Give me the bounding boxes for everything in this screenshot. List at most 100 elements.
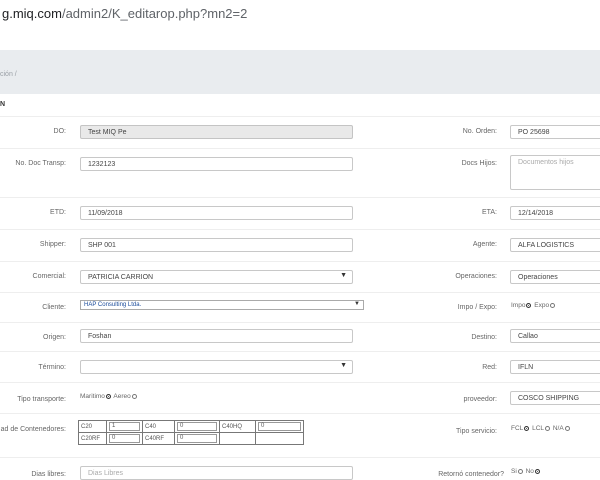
operaciones-value: Operaciones [518,274,558,281]
url-host: g.miq.com [2,6,62,21]
cliente-label: Cliente: [42,304,66,311]
proveedor-label: proveedor: [463,396,497,403]
dropdown-arrow-icon: ▼ [354,301,360,307]
origen-field[interactable]: Foshan [80,329,353,343]
maritimo-option-label: Maritimo [80,393,105,400]
container-qty-cell: 0 [174,432,220,445]
section-title: N [0,101,6,108]
breadcrumb: ción / [0,71,17,78]
expo-radio[interactable] [550,302,556,308]
order-label: No. Orden: [462,128,497,135]
red-field[interactable]: IFLN [510,360,600,374]
comercial-select[interactable]: PATRICIA CARRION ▼ [80,270,353,284]
divider [0,457,600,458]
tipo-servicio-radio-group: FCL LCL N/A [511,425,571,432]
container-empty-cell [255,432,304,445]
aereo-option-label: Aereo [113,393,131,400]
dropdown-arrow-icon: ▼ [340,272,347,279]
address-url[interactable]: g.miq.com/admin2/K_editarop.php?mn2=2 [2,6,247,21]
si-radio[interactable] [517,468,523,474]
fcl-radio[interactable] [524,425,530,431]
eta-field[interactable]: 12/14/2018 [510,206,600,220]
agente-label: Agente: [472,241,497,248]
na-option-label: N/A [552,425,564,432]
do-label: DO: [53,128,66,135]
container-qty-cell: 0 [174,420,220,433]
dias-libres-label: Dias libres: [31,471,66,478]
na-radio[interactable] [564,425,570,431]
dropdown-arrow-icon: ▼ [340,362,347,369]
divider [0,148,600,149]
fcl-option-label: FCL [511,425,524,432]
no-option-label: No [525,468,534,475]
top-strip [0,30,600,50]
tipo-servicio-label: Tipo servicio: [456,428,497,435]
dias-libres-field[interactable]: Dias Libres [80,466,353,480]
containers-row: C20 1 C40 0 C40HQ 0 [78,420,304,433]
cliente-value: HAP Consulting Ltda. [84,302,142,308]
order-field[interactable]: PO 25698 [510,125,600,139]
red-label: Red: [482,364,497,371]
divider [0,197,600,198]
divider [0,351,600,352]
comercial-value: PATRICIA CARRION [88,274,154,281]
container-qty-input[interactable]: 1 [109,422,140,431]
impo-expo-radio-group: Impo Expo [511,302,556,309]
proveedor-field[interactable]: COSCO SHIPPING [510,391,600,405]
divider [0,382,600,383]
contenedores-label: ad de Contenedores: [0,426,66,433]
containers-table: C20 1 C40 0 C40HQ 0 C20RF 0 C40RF 0 [78,420,304,445]
cliente-select[interactable]: HAP Consulting Ltda. ▼ [80,300,364,310]
divider [0,116,600,117]
page-header [0,50,600,94]
retorno-label: Retornó contenedor? [438,471,504,478]
termino-label: Término: [38,364,66,371]
container-qty-cell: 0 [255,420,304,433]
expo-option-label: Expo [534,302,550,309]
divider [0,229,600,230]
si-option-label: Si [511,468,517,475]
container-type-label: C40 [142,420,175,433]
etd-field[interactable]: 11/09/2018 [80,206,353,220]
maritimo-radio[interactable] [105,393,111,399]
aereo-radio[interactable] [131,393,137,399]
container-type-label: C40HQ [219,420,256,433]
divider [0,292,600,293]
divider [0,261,600,262]
doc-transp-field[interactable]: 1232123 [80,157,353,171]
container-type-label: C40RF [142,432,175,445]
container-qty-input[interactable]: 0 [177,434,217,443]
doc-transp-label: No. Doc Transp: [15,160,66,167]
container-qty-cell: 0 [106,432,143,445]
eta-label: ETA: [481,209,497,216]
container-empty-cell [219,432,256,445]
lcl-radio[interactable] [545,425,551,431]
container-qty-input[interactable]: 0 [109,434,140,443]
do-field[interactable]: Test MIQ Pe [80,125,353,139]
impo-expo-label: Impo / Expo: [457,304,497,311]
retorno-radio-group: Si No [511,468,541,475]
impo-radio[interactable] [526,302,532,308]
termino-select[interactable]: ▼ [80,360,353,374]
lcl-option-label: LCL [532,425,545,432]
container-qty-input[interactable]: 0 [258,422,301,431]
destino-field[interactable]: Callao [510,329,600,343]
operaciones-label: Operaciones: [455,273,497,280]
docs-hijos-label: Docs Hijos: [461,160,497,167]
agente-field[interactable]: ALFA LOGISTICS [510,238,600,252]
no-radio[interactable] [534,468,540,474]
shipper-label: Shipper: [39,241,66,248]
shipper-field[interactable]: SHP 001 [80,238,353,252]
url-path: /admin2/K_editarop.php?mn2=2 [61,6,248,21]
origen-label: Origen: [43,334,66,341]
divider [0,413,600,414]
container-type-label: C20RF [78,432,107,445]
container-qty-input[interactable]: 0 [177,422,217,431]
containers-row: C20RF 0 C40RF 0 [78,432,304,445]
operaciones-select[interactable]: Operaciones [510,270,600,284]
browser-address-bar[interactable]: g.miq.com/admin2/K_editarop.php?mn2=2 [0,0,600,31]
impo-option-label: Impo [511,302,526,309]
destino-label: Destino: [471,334,497,341]
docs-hijos-textarea[interactable]: Documentos hijos [510,155,600,190]
comercial-label: Comercial: [32,273,66,280]
